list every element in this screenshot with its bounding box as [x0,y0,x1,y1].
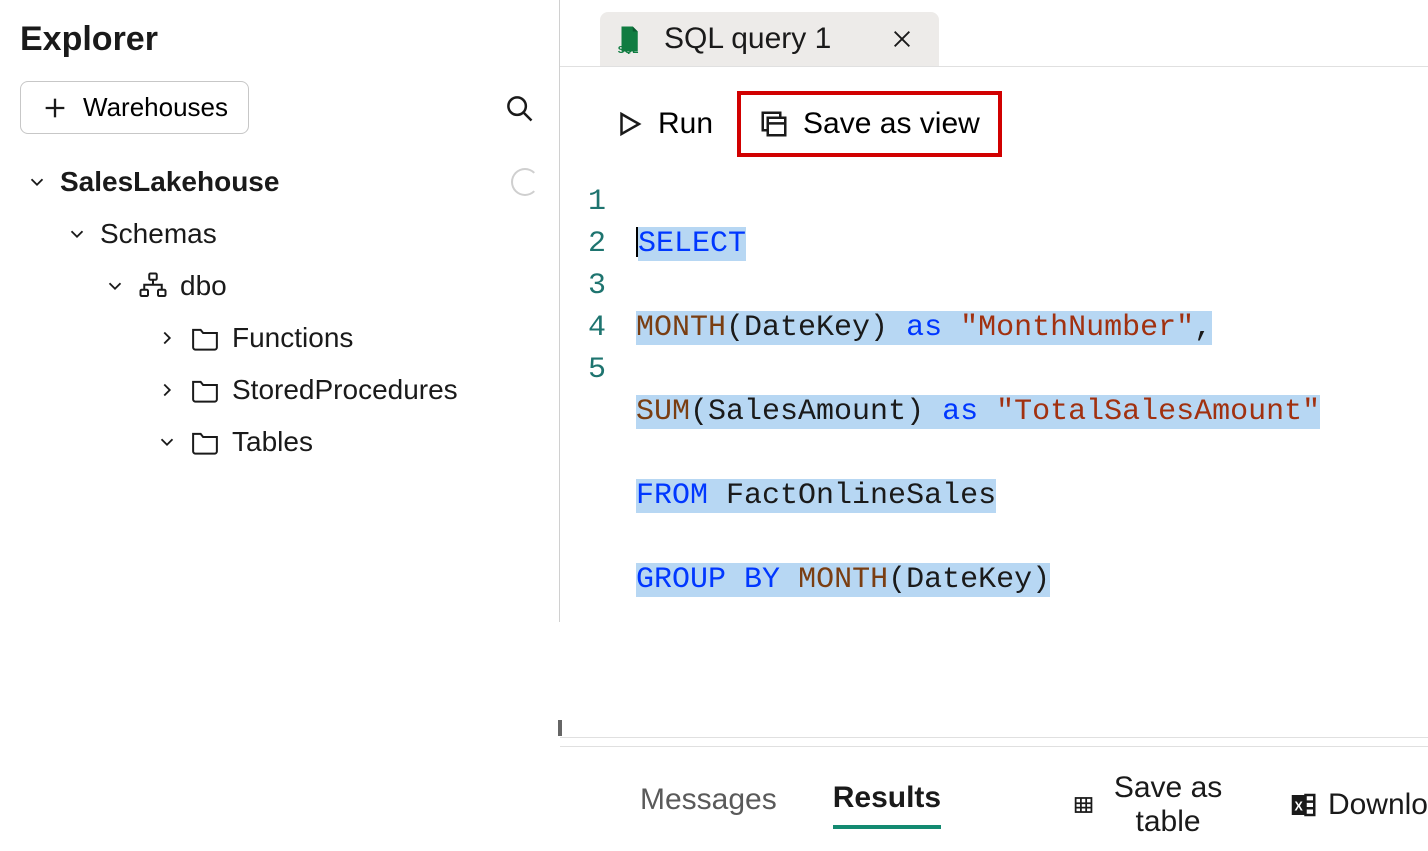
sql-file-icon: SQL [614,24,644,54]
database-label: SalesLakehouse [60,166,279,198]
screenshot-highlight: Save as view [737,91,1002,157]
explorer-panel: Explorer Warehouses SalesLakehouse Schem… [0,0,560,622]
download-button[interactable]: X Downlo [1288,788,1428,822]
close-icon[interactable] [891,28,913,50]
tree-node-tables[interactable]: Tables [20,416,539,468]
editor-pane: SQL SQL query 1 Run Save as view [560,0,1428,622]
tab-sql-query-1[interactable]: SQL SQL query 1 [600,12,939,66]
save-as-table-label: Save as table [1104,771,1232,839]
chevron-right-icon [156,379,178,401]
tab-label: SQL query 1 [664,22,831,56]
tree-node-functions[interactable]: Functions [20,312,539,364]
gutter: 1 2 3 4 5 [588,181,636,685]
line-number: 4 [588,307,606,349]
chevron-down-icon [26,171,48,193]
code-body[interactable]: SELECT MONTH(DateKey) as "MonthNumber", … [636,181,1320,685]
splitter[interactable] [560,737,1428,747]
line-number: 3 [588,265,606,307]
save-as-table-button[interactable]: Save as table [1073,771,1232,839]
schema-dbo-label: dbo [180,270,227,302]
folder-icon [190,375,220,405]
loading-spinner-icon [511,168,539,196]
line-number: 1 [588,181,606,223]
tab-messages[interactable]: Messages [640,783,777,827]
chevron-down-icon [66,223,88,245]
download-label: Downlo [1328,788,1428,822]
folder-icon [190,323,220,353]
explorer-head-row: Warehouses [20,81,539,134]
tree-node-database[interactable]: SalesLakehouse [20,156,539,208]
search-button[interactable] [499,88,539,128]
explorer-tree: SalesLakehouse Schemas dbo Functions [20,156,539,468]
save-view-icon [759,109,789,139]
add-warehouses-button[interactable]: Warehouses [20,81,249,134]
tree-node-schemas[interactable]: Schemas [20,208,539,260]
tab-results[interactable]: Results [833,781,941,829]
search-icon [504,93,534,123]
folder-icon [190,427,220,457]
tables-label: Tables [232,426,313,458]
run-label: Run [658,107,713,141]
svg-text:X: X [1294,800,1303,814]
table-icon [1073,790,1094,820]
schema-icon [138,271,168,301]
results-bar: Messages Results Save as table X Downlo [560,747,1428,851]
line-number: 2 [588,223,606,265]
storedprocs-label: StoredProcedures [232,374,458,406]
chevron-down-icon [156,431,178,453]
line-number: 5 [588,349,606,391]
chevron-right-icon [156,327,178,349]
add-warehouses-label: Warehouses [83,92,228,123]
chevron-down-icon [104,275,126,297]
save-as-view-label: Save as view [803,107,980,141]
play-icon [614,109,644,139]
functions-label: Functions [232,322,353,354]
schemas-label: Schemas [100,218,217,250]
tree-node-schema-dbo[interactable]: dbo [20,260,539,312]
tab-bar: SQL SQL query 1 [560,0,1428,67]
run-button[interactable]: Run [600,99,727,149]
code-editor[interactable]: 1 2 3 4 5 SELECT MONTH(DateKey) as "Mont… [560,181,1428,685]
plus-icon [41,94,69,122]
excel-icon: X [1288,790,1318,820]
explorer-title: Explorer [20,20,539,59]
tree-node-storedprocs[interactable]: StoredProcedures [20,364,539,416]
save-as-view-button[interactable]: Save as view [745,99,994,149]
svg-text:SQL: SQL [618,45,639,54]
editor-toolbar: Run Save as view [560,67,1428,181]
